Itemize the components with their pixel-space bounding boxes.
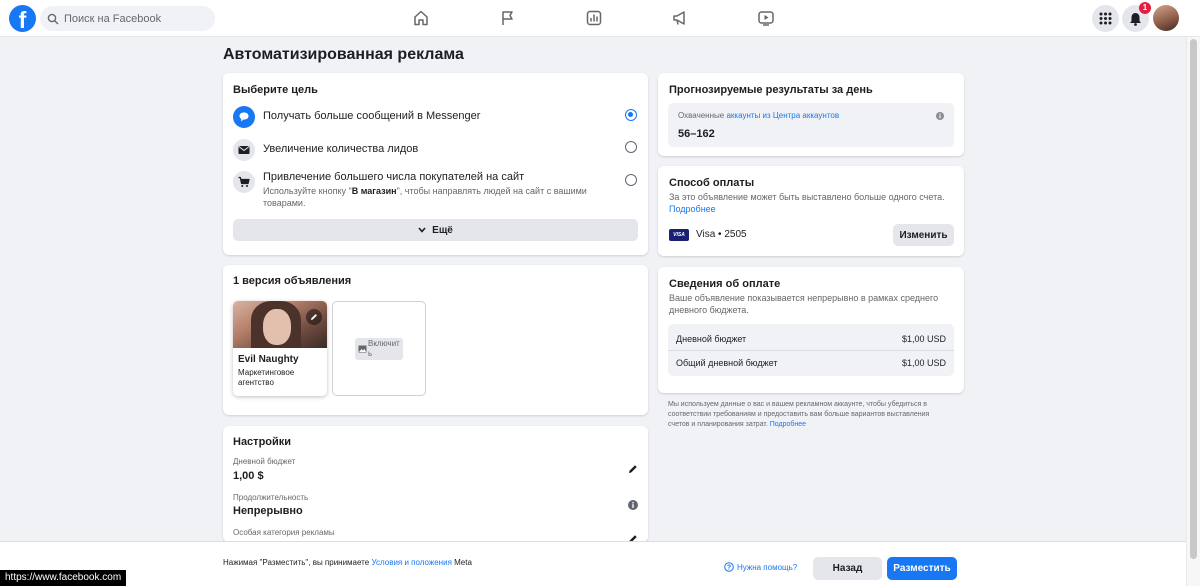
help-label: Нужна помощь? (737, 562, 798, 572)
flag-icon[interactable] (499, 9, 517, 27)
chart-icon[interactable] (585, 9, 603, 27)
search-box[interactable] (40, 6, 215, 31)
terms-link[interactable]: Условия и положения (371, 558, 451, 567)
profile-avatar[interactable] (1153, 5, 1179, 31)
payment-info-title: Сведения об оплате (669, 278, 781, 290)
payment-method-description: За это объявление может быть выставлено … (669, 192, 945, 214)
svg-text:?: ? (727, 565, 731, 572)
pencil-icon[interactable] (628, 464, 638, 474)
radio-website[interactable] (625, 174, 637, 186)
ad-page-category: Маркетинговое агентство (238, 368, 295, 387)
enable-version-label: Включить (368, 339, 400, 358)
more-goals-label: Ещё (432, 224, 453, 236)
goal-card-title: Выберите цель (233, 84, 318, 96)
settings-title: Настройки (233, 436, 292, 448)
bottom-action-bar: Нажимая "Разместить", вы принимаете Усло… (0, 541, 1186, 586)
summary-label: Общий дневной бюджет (676, 358, 778, 368)
pencil-icon (311, 314, 317, 320)
envelope-icon (233, 139, 255, 161)
scrollbar-thumb[interactable] (1190, 39, 1197, 559)
video-icon[interactable] (757, 9, 775, 27)
ad-page-name: Evil Naughty (238, 354, 299, 365)
search-input[interactable] (64, 12, 204, 25)
goal-card: Выберите цель Получать больше сообщений … (223, 73, 648, 255)
accounts-center-link[interactable]: аккаунты из Центра аккаунтов (726, 111, 839, 120)
ad-versions-title: 1 версия объявления (233, 275, 352, 287)
cart-icon (233, 171, 255, 193)
menu-grid-button[interactable] (1092, 5, 1119, 32)
disclaimer-learn-more-link[interactable]: Подробнее (770, 421, 806, 428)
info-icon[interactable] (628, 500, 638, 510)
summary-label: Дневной бюджет (676, 334, 747, 344)
messenger-icon (233, 106, 255, 128)
duration-value: Непрерывно (233, 505, 303, 517)
more-goals-button[interactable]: Ещё (233, 219, 638, 241)
megaphone-icon[interactable] (671, 9, 689, 27)
goal-option-website[interactable]: Привлечение большего числа покупателей н… (233, 171, 623, 209)
goal-option-leads[interactable]: Увеличение количества лидов (233, 139, 418, 161)
help-icon: ? (724, 562, 734, 572)
publish-button[interactable]: Разместить (887, 557, 957, 580)
radio-messenger[interactable] (625, 109, 637, 121)
goal-option-messenger[interactable]: Получать больше сообщений в Messenger (233, 106, 480, 128)
ad-versions-card: 1 версия объявления Evil Naughty Маркети… (223, 265, 648, 415)
forecast-title: Прогнозируемые результаты за день (669, 84, 873, 96)
visa-card-icon: VISA (669, 229, 689, 241)
duration-label: Продолжительность (233, 493, 309, 502)
card-label: Visa • 2505 (696, 229, 747, 240)
home-icon[interactable] (412, 9, 430, 27)
search-icon (47, 13, 59, 24)
summary-value: $1,00 USD (901, 358, 946, 368)
daily-budget-label: Дневной бюджет (233, 457, 296, 466)
help-link[interactable]: ? Нужна помощь? (724, 562, 797, 572)
divider (668, 350, 954, 351)
goal-option-label: Получать больше сообщений в Messenger (263, 110, 481, 122)
reach-value: 56–162 (678, 128, 715, 140)
edit-ad-button[interactable] (306, 309, 322, 325)
info-icon[interactable] (936, 112, 944, 120)
change-payment-button[interactable]: Изменить (893, 224, 954, 246)
bell-icon (1130, 12, 1141, 26)
grid-icon (1099, 12, 1112, 25)
reach-label: Охваченные аккаунты из Центра аккаунтов (678, 111, 840, 120)
goal-option-label: Привлечение большего числа покупателей н… (263, 171, 525, 183)
terms-text: Нажимая "Разместить", вы принимаете Усло… (223, 558, 472, 567)
reach-box: Охваченные аккаунты из Центра аккаунтов … (668, 103, 954, 147)
add-ad-version-tile[interactable]: Включить (332, 301, 426, 396)
data-disclaimer: Мы используем данные о вас и вашем рекла… (668, 401, 930, 428)
facebook-logo[interactable]: f (9, 5, 36, 32)
budget-summary-box: Дневной бюджет $1,00 USD Общий дневной б… (668, 324, 954, 376)
payment-method-card: Способ оплаты За это объявление может бы… (658, 166, 964, 256)
page-scrollbar[interactable] (1186, 37, 1200, 586)
status-url-tooltip: https://www.facebook.com (0, 570, 127, 586)
payment-info-description: Ваше объявление показывается непрерывно … (669, 293, 939, 315)
goal-option-description: Используйте кнопку "В магазин", чтобы на… (263, 186, 587, 208)
top-navigation-bar: f 1 (0, 0, 1200, 37)
settings-card: Настройки Дневной бюджет 1,00 $ Продолжи… (223, 426, 648, 542)
payment-info-card: Сведения об оплате Ваше объявление показ… (658, 267, 964, 393)
radio-leads[interactable] (625, 141, 637, 153)
summary-value: $1,00 USD (901, 334, 946, 344)
payment-method-title: Способ оплаты (669, 177, 755, 189)
image-icon (358, 345, 367, 353)
forecast-card: Прогнозируемые результаты за день Охваче… (658, 73, 964, 156)
enable-version-chip[interactable]: Включить (355, 338, 403, 360)
page-title: Автоматизированная реклама (223, 46, 464, 63)
daily-budget-value: 1,00 $ (233, 470, 264, 482)
learn-more-link[interactable]: Подробнее (669, 204, 716, 214)
ad-version-tile[interactable]: Evil Naughty Маркетинговое агентство (233, 301, 327, 396)
notification-badge: 1 (1139, 2, 1151, 14)
goal-option-label: Увеличение количества лидов (263, 143, 419, 155)
back-button[interactable]: Назад (813, 557, 882, 580)
chevron-down-icon (418, 227, 426, 233)
special-category-label: Особая категория рекламы (233, 528, 335, 537)
